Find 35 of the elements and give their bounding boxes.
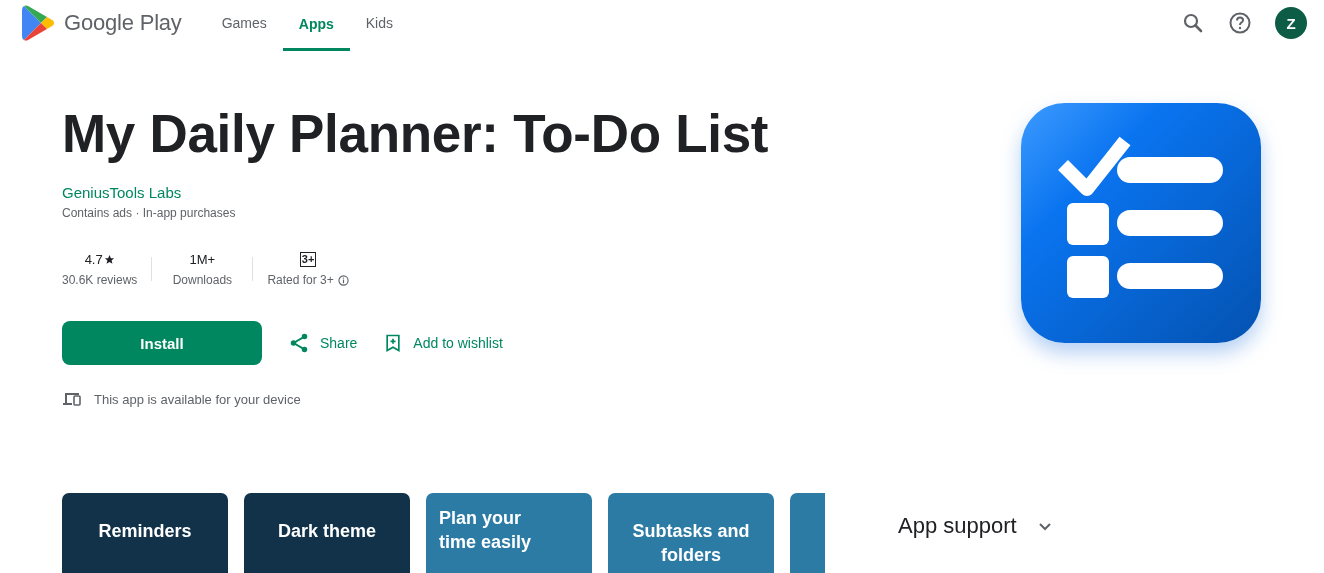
account-avatar[interactable]: Z	[1275, 7, 1307, 39]
screenshot-caption: Reminders	[97, 520, 193, 543]
downloads-value: 1M+	[189, 251, 216, 267]
info-icon[interactable]	[337, 274, 349, 286]
brand-name[interactable]: Google Play	[64, 10, 182, 36]
play-logo-icon[interactable]	[22, 5, 54, 41]
wishlist-button[interactable]: Add to wishlist	[383, 333, 503, 353]
star-icon	[103, 253, 115, 265]
search-icon[interactable]	[1181, 11, 1205, 35]
nav-tab[interactable]: Kids	[349, 0, 409, 49]
stat-label-text: Rated for 3+	[267, 273, 334, 287]
devices-icon	[62, 391, 82, 407]
stat-label-text: 30.6K reviews	[62, 273, 138, 287]
screenshot-caption: Subtasks and folders	[631, 520, 751, 567]
screenshot-caption: Plan your time easily	[438, 507, 533, 554]
share-button[interactable]: Share	[288, 332, 358, 354]
developer-link[interactable]: GeniusTools Labs	[62, 184, 182, 201]
stat-label-text: Downloads	[172, 273, 233, 287]
screenshot-card[interactable]: Reminders	[62, 493, 228, 573]
share-icon	[288, 332, 310, 354]
help-icon[interactable]	[1228, 11, 1252, 35]
rating-value: 4.7	[84, 251, 103, 267]
app-support-toggle[interactable]: App support	[898, 513, 1017, 539]
app-title: My Daily Planner: To-Do List	[62, 104, 770, 164]
nav-tab[interactable]: Games	[205, 0, 283, 49]
device-availability-note: This app is available for your device	[94, 391, 301, 407]
screenshot-caption: Dark theme	[276, 520, 377, 543]
screenshot-card[interactable]: Dark theme	[244, 493, 410, 573]
screenshot-card[interactable]: Plan your time easily	[426, 493, 592, 573]
screenshot-card[interactable]: Subtasks and folders	[608, 493, 774, 573]
app-notes: Contains ads · In-app purchases	[62, 206, 237, 220]
age-rating-badge: 3+	[299, 251, 317, 267]
checklist-app-icon	[1021, 103, 1261, 343]
nav-tab[interactable]: Apps	[282, 0, 350, 51]
install-button[interactable]: Install	[62, 321, 262, 365]
